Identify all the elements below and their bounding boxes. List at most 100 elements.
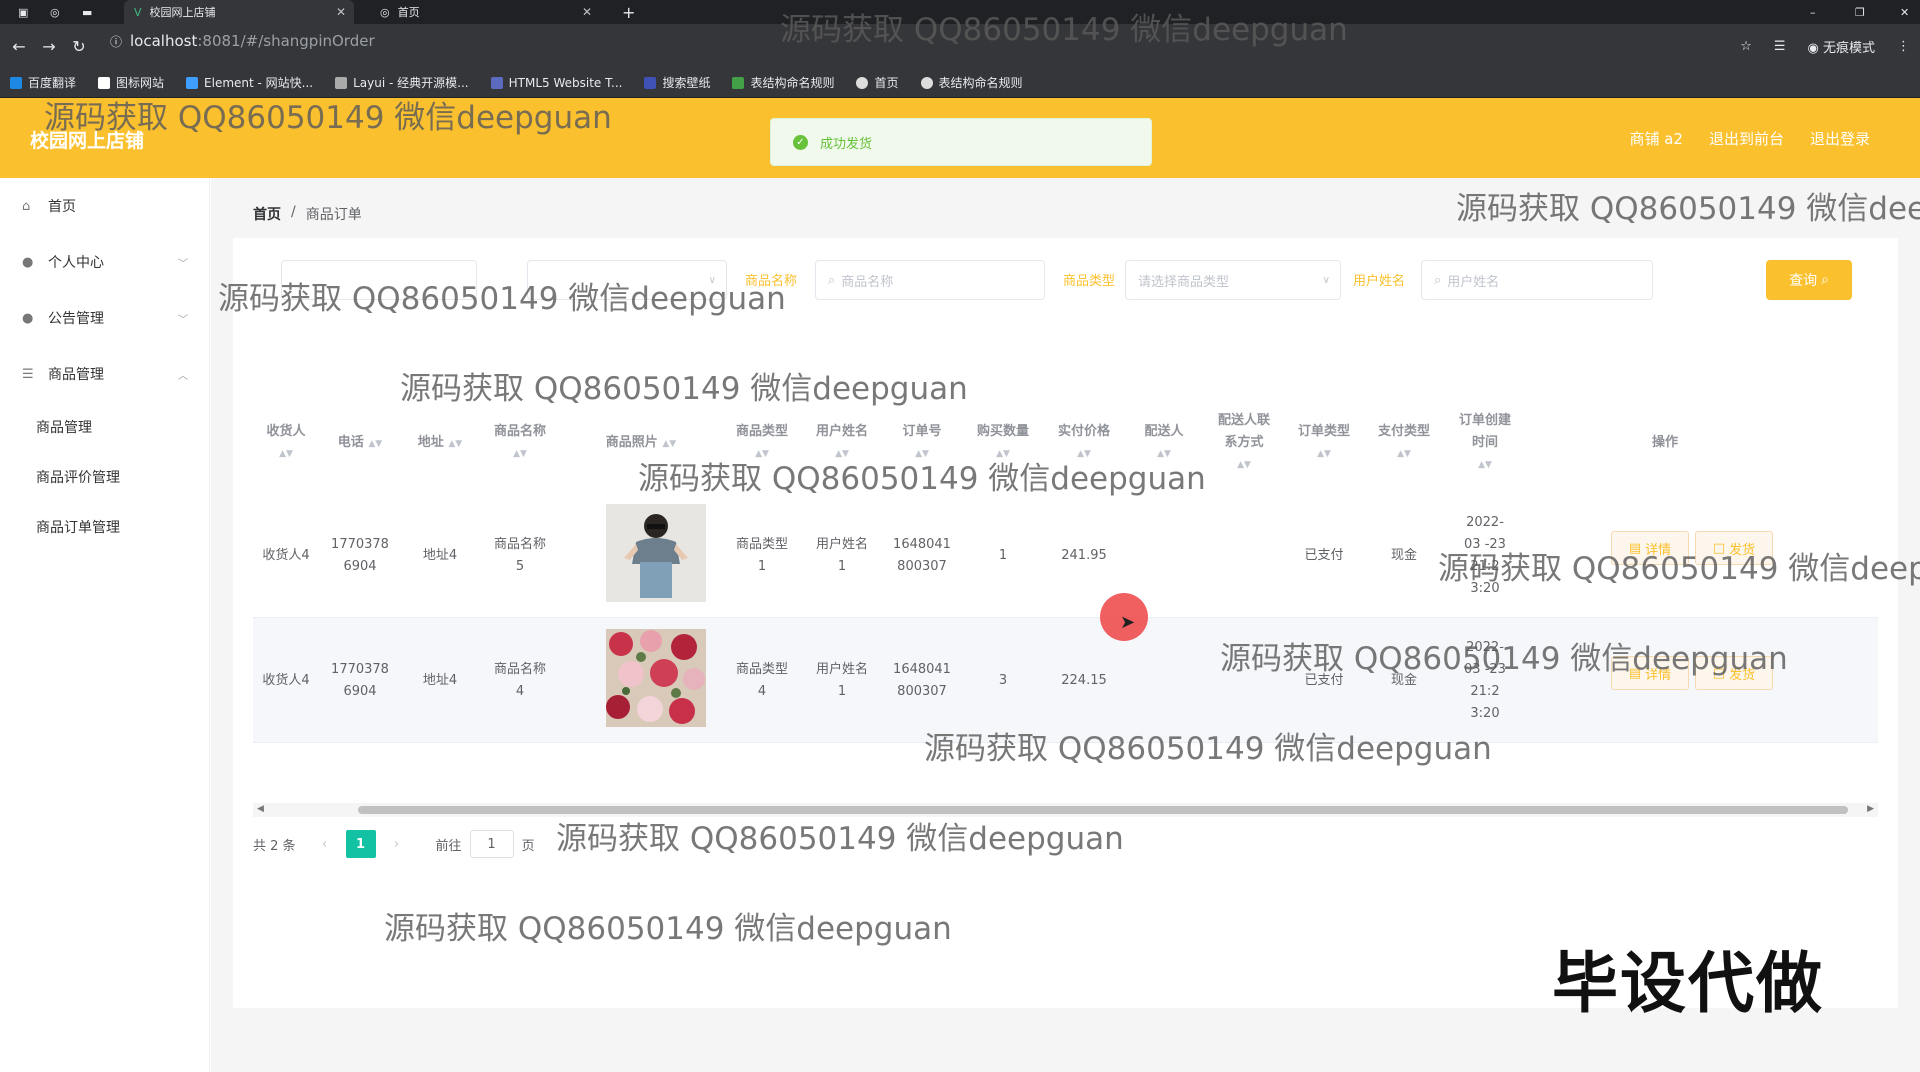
col-header[interactable]: 收货人 ▲▼	[253, 393, 319, 493]
chevron-up-icon: ︿	[178, 370, 188, 382]
close-icon[interactable]: ✕	[582, 5, 592, 19]
sidebar-subitem-label: 商品订单管理	[36, 520, 120, 536]
promo-stamp: 毕设代做	[1552, 945, 1824, 1022]
close-icon[interactable]: ✕	[336, 5, 346, 19]
sidebar-subitem-products[interactable]: 商品管理	[0, 402, 210, 452]
product-photo[interactable]	[606, 504, 706, 602]
bookmark-item[interactable]: 图标网站	[98, 74, 164, 91]
sidebar: ⌂ 首页 ● 个人中心 ﹀ ● 公告管理 ﹀ ☰ 商品管理 ︿ 商品管理 商品评…	[0, 178, 210, 1072]
cell-type: 商品类型 4	[735, 661, 788, 699]
col-header[interactable]: 订单创建时间 ▲▼	[1445, 393, 1525, 493]
bookmark-label: 首页	[874, 76, 899, 90]
next-page-button[interactable]: ›	[382, 830, 412, 858]
col-header-text: 地址	[417, 434, 444, 450]
bookmark-item[interactable]: 搜索壁纸	[644, 74, 710, 91]
back-icon[interactable]: ←	[4, 37, 34, 56]
header-links: 商铺 a2 退出到前台 退出登录	[1629, 128, 1870, 149]
col-header-label: 支付类型	[1377, 424, 1430, 439]
watermark: 源码获取 QQ86050149 微信deepguan	[556, 821, 1124, 857]
sort-icon[interactable]: ▲▼	[1317, 443, 1331, 465]
globe-icon[interactable]: ◎	[40, 0, 70, 24]
sidebar-item-notices[interactable]: ● 公告管理 ﹀	[0, 290, 210, 346]
product-photo[interactable]	[606, 629, 706, 727]
profile-button[interactable]: ◉ 无痕模式	[1808, 37, 1876, 56]
home-icon: ⌂	[22, 198, 31, 214]
sort-icon[interactable]: ▲▼	[279, 443, 293, 465]
menu-icon[interactable]: ⋮	[1897, 39, 1910, 54]
bookmark-item[interactable]: 表结构命名规则	[732, 74, 834, 91]
bookmark-item[interactable]: Layui - 经典开源模...	[335, 74, 469, 91]
sidebar-subitem-label: 商品管理	[36, 420, 92, 436]
tab-home[interactable]: ◎ 首页 ✕	[370, 0, 600, 24]
logout-link[interactable]: 退出登录	[1810, 128, 1870, 149]
url-field[interactable]: ⓘ localhost:8081/#/shangpinOrder	[110, 29, 375, 53]
col-header[interactable]: 支付类型 ▲▼	[1363, 393, 1445, 493]
scroll-right-icon[interactable]: ▶	[1867, 804, 1874, 814]
col-header-label: 购买数量	[976, 424, 1029, 439]
sidebar-item-profile[interactable]: ● 个人中心 ﹀	[0, 234, 210, 290]
bookmark-item[interactable]: Element - 网站快...	[186, 74, 313, 91]
sort-icon[interactable]: ▲▼	[662, 439, 676, 449]
sidebar-subitem-orders[interactable]: 商品订单管理	[0, 502, 210, 552]
sliders-icon: ☰	[22, 366, 34, 382]
user-name-input[interactable]: ⌕ 用户姓名	[1421, 260, 1653, 300]
col-header[interactable]: 订单类型 ▲▼	[1285, 393, 1363, 493]
bookmark-item[interactable]: HTML5 Website T...	[490, 75, 623, 90]
new-tab-button[interactable]: +	[612, 0, 642, 24]
chevron-down-icon: ﹀	[178, 314, 188, 326]
watermark: 源码获取 QQ86050149 微信deepguan	[1438, 551, 1920, 587]
sidebar-subitem-reviews[interactable]: 商品评价管理	[0, 452, 210, 502]
pagination-total: 共 2 条	[253, 838, 296, 854]
col-header-text: 电话	[337, 434, 364, 450]
col-header[interactable]: 电话 ▲▼	[319, 393, 401, 493]
breadcrumb-home[interactable]: 首页	[253, 204, 281, 224]
sort-icon[interactable]: ▲▼	[513, 443, 527, 465]
cell-phone: 1770378 6904	[331, 536, 389, 574]
sort-icon[interactable]: ▲▼	[1478, 454, 1492, 476]
user-name-label: 用户姓名	[1353, 274, 1406, 289]
product-type-placeholder: 请选择商品类型	[1138, 274, 1230, 290]
search-button[interactable]: 查询 ⌕	[1766, 260, 1852, 300]
tab-search-icon[interactable]: ▣	[8, 0, 38, 24]
sidebar-item-products[interactable]: ☰ 商品管理 ︿	[0, 346, 210, 402]
sort-icon[interactable]: ▲▼	[1397, 443, 1411, 465]
cell-receiver: 收货人4	[262, 547, 310, 563]
back-to-front-link[interactable]: 退出到前台	[1709, 128, 1784, 149]
bookmark-label: HTML5 Website T...	[508, 75, 623, 90]
col-header[interactable]: 商品名称 ▲▼	[479, 393, 561, 493]
col-header[interactable]: 配送人联系方式 ▲▼	[1203, 393, 1285, 493]
close-window-icon[interactable]: ✕	[1890, 0, 1919, 24]
reading-list-icon[interactable]: ☰	[1774, 39, 1786, 54]
goto-page-input[interactable]: 1	[469, 830, 514, 858]
bookmark-label: 表结构命名规则	[938, 76, 1023, 90]
tab-current[interactable]: V 校园网上店铺 ✕	[124, 0, 354, 24]
sidebar-item-home[interactable]: ⌂ 首页	[0, 178, 210, 234]
product-type-select[interactable]: 请选择商品类型 ∨	[1125, 260, 1341, 300]
bookmark-label: 百度翻译	[28, 76, 77, 90]
product-name-input[interactable]: ⌕ 商品名称	[815, 260, 1045, 300]
sort-icon[interactable]: ▲▼	[1237, 454, 1251, 476]
restore-icon[interactable]: ❐	[1845, 0, 1875, 24]
minimize-icon[interactable]: –	[1800, 0, 1826, 24]
window-icon[interactable]: ▬	[72, 0, 102, 24]
sort-icon[interactable]: ▲▼	[368, 439, 382, 449]
star-icon[interactable]: ☆	[1740, 39, 1752, 54]
col-header[interactable]: 地址 ▲▼	[401, 393, 479, 493]
prev-page-button[interactable]: ‹	[310, 830, 340, 858]
col-header-label: 配送人联系方式	[1217, 413, 1270, 450]
chevron-down-icon: ﹀	[178, 258, 188, 270]
bookmark-item[interactable]: 首页	[856, 74, 899, 91]
product-type-label: 商品类型	[1063, 274, 1116, 289]
watermark: 源码获取 QQ86050149 微信deepguan	[218, 281, 786, 317]
bookmark-label: 图标网站	[116, 76, 165, 90]
bookmark-item[interactable]: 百度翻译	[10, 74, 76, 91]
reload-icon[interactable]: ↻	[64, 37, 94, 56]
scroll-left-icon[interactable]: ◀	[257, 804, 264, 814]
tab-label: 校园网上店铺	[149, 6, 216, 19]
user-icon: ●	[22, 310, 34, 326]
bookmark-item[interactable]: 表结构命名规则	[920, 74, 1023, 91]
shop-account-link[interactable]: 商铺 a2	[1629, 128, 1683, 149]
forward-icon[interactable]: →	[34, 37, 64, 56]
page-number-current[interactable]: 1	[345, 830, 376, 858]
sort-icon[interactable]: ▲▼	[448, 439, 462, 449]
